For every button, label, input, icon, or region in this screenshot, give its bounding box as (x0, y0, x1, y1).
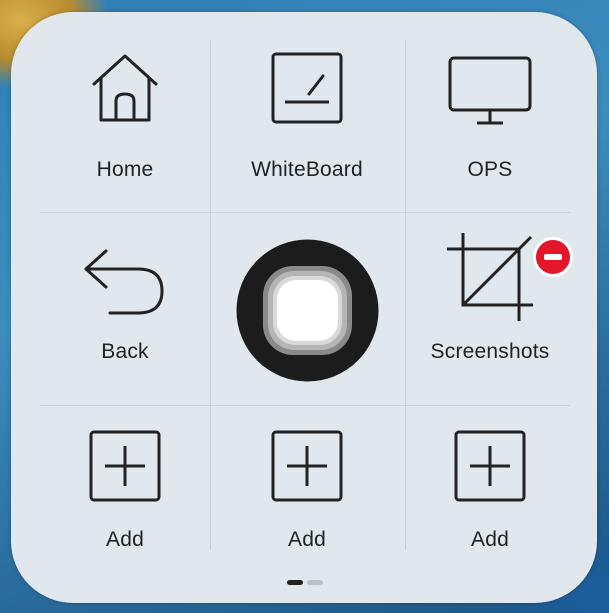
monitor-icon (448, 56, 532, 125)
remove-icon[interactable] (533, 237, 573, 277)
menu-item-label: Home (96, 158, 154, 181)
add-icon (89, 430, 161, 502)
add-icon (271, 430, 343, 502)
page-indicator (0, 580, 609, 585)
home-icon (92, 54, 158, 122)
menu-item-label: Add (106, 528, 144, 551)
menu-item-ops[interactable]: OPS (395, 40, 585, 230)
back-arrow-icon (84, 249, 164, 315)
page-dot-active[interactable] (286, 580, 303, 585)
menu-item-back[interactable]: Back (30, 225, 220, 415)
menu-item-whiteboard[interactable]: WhiteBoard (212, 40, 402, 230)
menu-item-label: Add (471, 528, 509, 551)
menu-item-label: OPS (467, 158, 513, 181)
menu-item-label: Screenshots (430, 340, 550, 363)
home-button-icon (236, 239, 379, 382)
menu-item-home[interactable]: Home (30, 40, 220, 230)
whiteboard-icon (271, 52, 343, 124)
menu-item-label: Add (288, 528, 326, 551)
add-icon (454, 430, 526, 502)
crop-icon (447, 233, 533, 321)
center-home-button[interactable] (235, 238, 380, 388)
menu-item-add[interactable]: Add (395, 410, 585, 600)
page-dot[interactable] (306, 580, 323, 585)
menu-item-add[interactable]: Add (30, 410, 220, 600)
menu-item-add[interactable]: Add (212, 410, 402, 600)
menu-item-label: WhiteBoard (251, 158, 363, 181)
menu-item-label: Back (101, 340, 149, 363)
